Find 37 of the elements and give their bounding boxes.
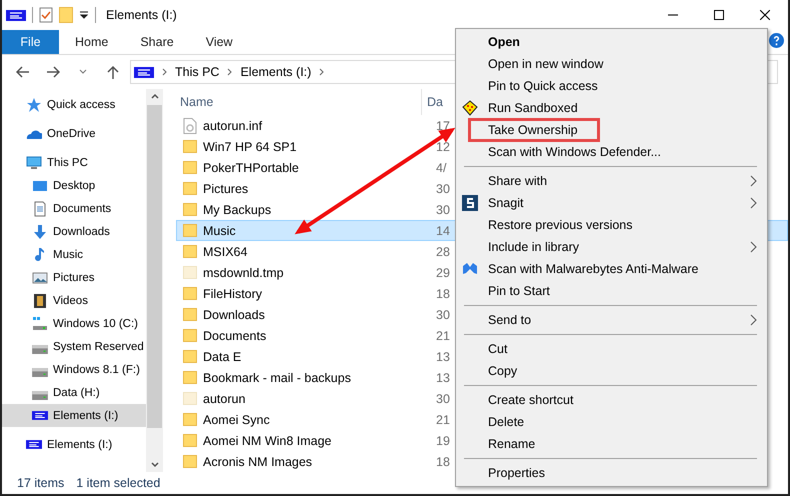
file-name: PokerTHPortable (203, 160, 300, 174)
date-cell: 30 (436, 202, 450, 216)
date-cell: 19 (436, 434, 450, 448)
file-name: My Backups (203, 202, 272, 216)
date-cell: 18 (436, 454, 450, 468)
date-cell: 21 (436, 328, 450, 342)
file-name: Aomei Sync (203, 412, 271, 426)
file-name: Pictures (203, 182, 250, 196)
file-name: Acronis NM Images (203, 454, 314, 468)
file-name: MSIX64 (203, 244, 248, 258)
item-count: 17 items (17, 476, 64, 490)
file-name: Music (203, 224, 237, 238)
date-cell: 21 (436, 412, 450, 426)
date-cell: 4/ (436, 160, 446, 174)
date-cell: 12 (436, 140, 450, 154)
date-cell: 30 (436, 392, 450, 406)
file-name: Documents (203, 328, 268, 342)
file-name: Data E (203, 350, 242, 364)
date-cell: 29 (436, 266, 450, 280)
file-name: Win7 HP 64 SP1 (203, 140, 298, 154)
date-cell: 17 (436, 118, 450, 132)
file-name: Downloads (203, 308, 266, 322)
date-cell: 30 (436, 308, 450, 322)
file-name: autorun (203, 392, 246, 406)
file-name: autorun.inf (203, 118, 264, 132)
date-cell: 18 (436, 286, 450, 300)
window-title: Elements (I:) (106, 8, 177, 22)
selection-status: 1 item selected (76, 476, 160, 490)
file-name: FileHistory (203, 286, 264, 300)
date-cell: 14 (436, 224, 450, 238)
date-cell: 13 (436, 350, 450, 364)
file-name: msdownld.tmp (203, 266, 285, 280)
file-name: Bookmark - mail - backups (203, 370, 352, 384)
date-cell: 30 (436, 182, 450, 196)
date-cell: 28 (436, 244, 450, 258)
file-name: Aomei NM Win8 Image (203, 434, 333, 448)
date-cell: 13 (436, 370, 450, 384)
